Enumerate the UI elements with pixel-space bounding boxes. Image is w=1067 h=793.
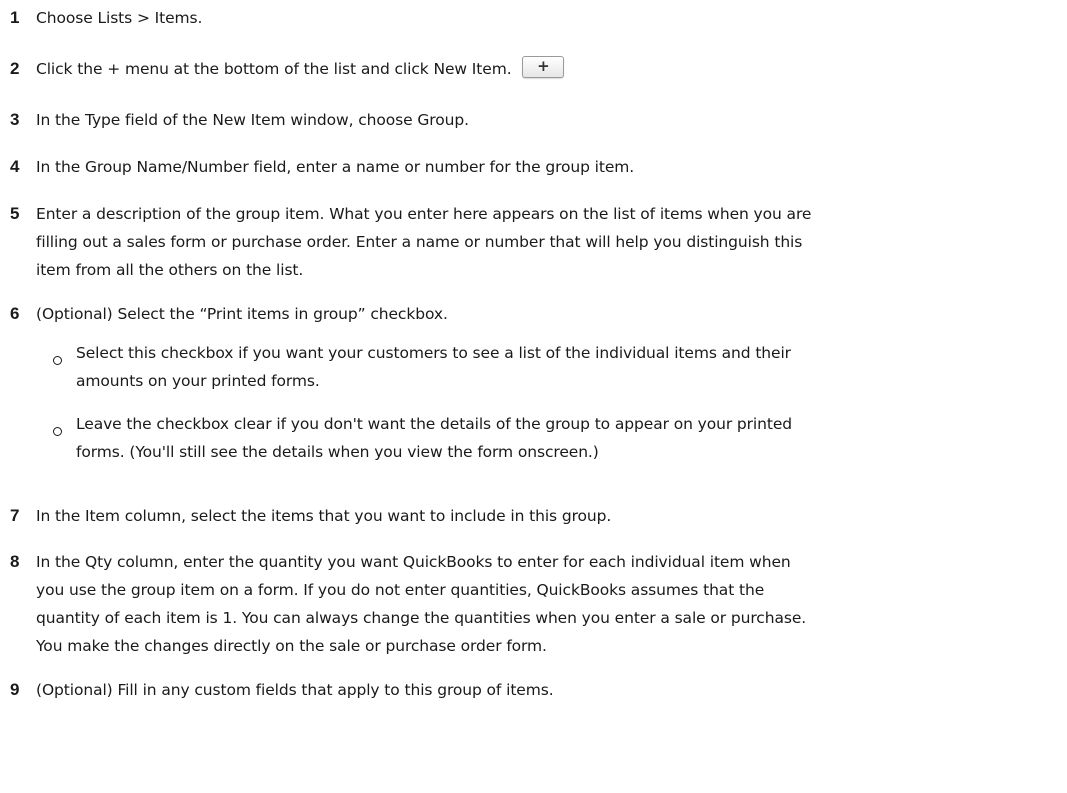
step-number: 7 bbox=[10, 506, 20, 525]
bullet-text-line: forms. (You'll still see the details whe… bbox=[76, 443, 599, 461]
step-text: Choose Lists > Items. bbox=[36, 9, 203, 27]
step-number: 9 bbox=[10, 680, 20, 699]
step-number: 3 bbox=[10, 110, 20, 129]
step-text-line: you use the group item on a form. If you… bbox=[36, 581, 765, 599]
step-number: 2 bbox=[10, 59, 20, 78]
bullet-text: Leave the checkbox clear if you don't wa… bbox=[76, 410, 1056, 466]
step-text: Click the + menu at the bottom of the li… bbox=[36, 60, 512, 78]
plus-icon: + bbox=[537, 57, 550, 75]
step-text: (Optional) Select the “Print items in gr… bbox=[36, 305, 448, 323]
step-number: 1 bbox=[10, 8, 20, 27]
step-text: In the Qty column, enter the quantity yo… bbox=[36, 548, 1056, 660]
bullet-text-line: Leave the checkbox clear if you don't wa… bbox=[76, 415, 793, 433]
step-number: 4 bbox=[10, 157, 20, 176]
bullet-text-line: Select this checkbox if you want your cu… bbox=[76, 344, 791, 362]
step-text: In the Item column, select the items tha… bbox=[36, 507, 612, 525]
new-item-plus-button[interactable]: + bbox=[522, 56, 565, 78]
step-number: 6 bbox=[10, 304, 20, 323]
step-text-line: quantity of each item is 1. You can alwa… bbox=[36, 609, 807, 627]
step-text: Enter a description of the group item. W… bbox=[36, 200, 1056, 284]
bullet-text-line: amounts on your printed forms. bbox=[76, 372, 320, 390]
step-text: In the Type field of the New Item window… bbox=[36, 111, 469, 129]
hollow-circle-bullet-icon bbox=[53, 356, 62, 365]
step-text-line: filling out a sales form or purchase ord… bbox=[36, 233, 803, 251]
step-text-line: You make the changes directly on the sal… bbox=[36, 637, 547, 655]
step-text: In the Group Name/Number field, enter a … bbox=[36, 158, 635, 176]
step-text-container: Click the + menu at the bottom of the li… bbox=[36, 55, 1056, 83]
step-text-line: In the Qty column, enter the quantity yo… bbox=[36, 553, 791, 571]
hollow-circle-bullet-icon bbox=[53, 427, 62, 436]
bullet-text: Select this checkbox if you want your cu… bbox=[76, 339, 1056, 395]
step-number: 8 bbox=[10, 552, 20, 571]
step-text-line: Enter a description of the group item. W… bbox=[36, 205, 812, 223]
step-text-line: item from all the others on the list. bbox=[36, 261, 304, 279]
step-number: 5 bbox=[10, 204, 20, 223]
step-text: (Optional) Fill in any custom fields tha… bbox=[36, 681, 554, 699]
